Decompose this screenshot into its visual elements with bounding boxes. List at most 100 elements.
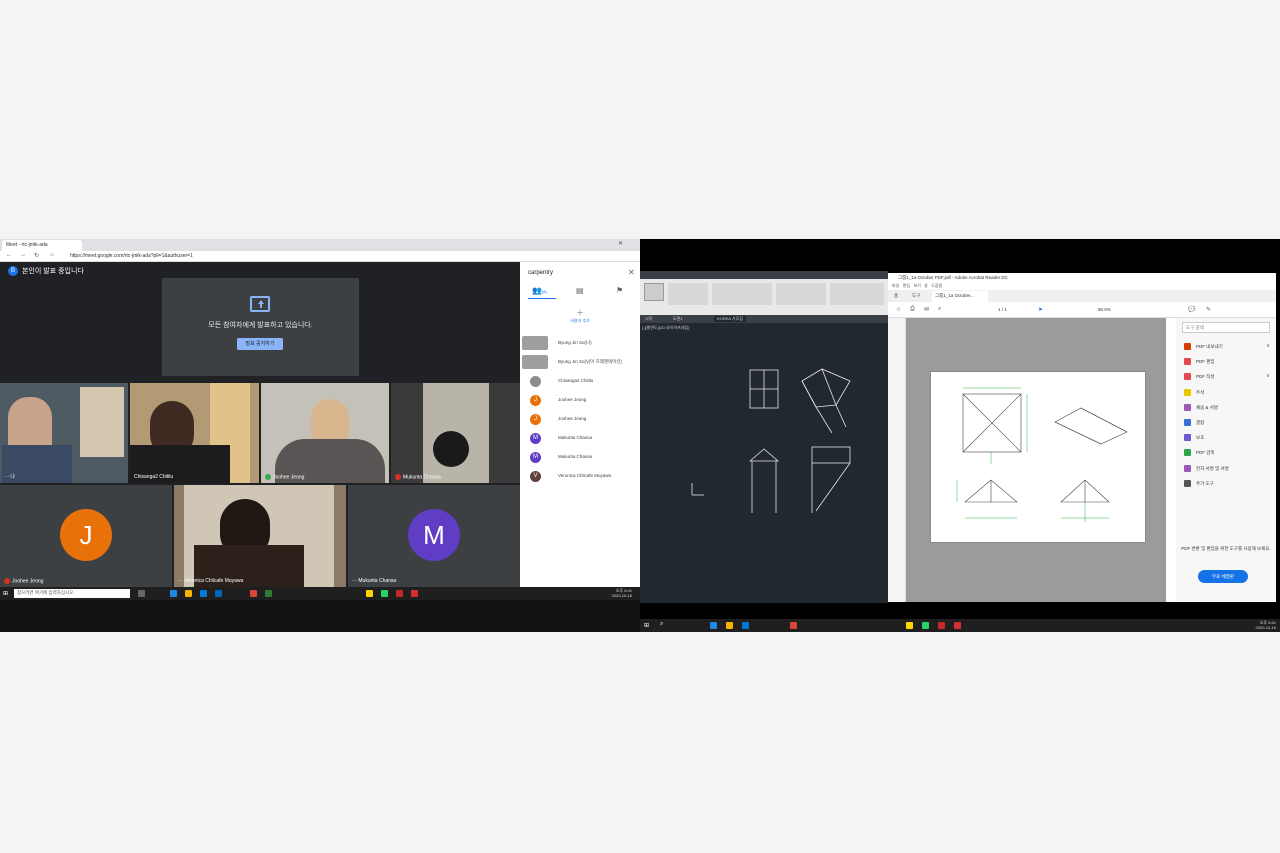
tool-item[interactable]: 주석	[1176, 385, 1276, 400]
tab-home[interactable]: 홈	[894, 293, 898, 299]
esign-icon	[1184, 464, 1191, 472]
more-tools-icon	[1184, 479, 1191, 487]
video-tile[interactable]: J Joohee Jeong	[0, 485, 172, 587]
add-people-button[interactable]: ＋ 사용자 추가	[558, 308, 602, 324]
autocad-icon[interactable]	[954, 622, 961, 629]
video-tile[interactable]: ··· 나	[0, 383, 128, 483]
menu-item[interactable]: 도움말	[931, 283, 942, 288]
reload-icon[interactable]: ↻	[34, 252, 39, 259]
page-indicator[interactable]: 1 / 1	[998, 307, 1007, 312]
menu-item[interactable]: 보기	[913, 283, 920, 288]
search-icon[interactable]: ⌕	[938, 306, 941, 313]
video-tile[interactable]: Joohee Jeong	[261, 383, 389, 483]
browser-tab-bar: Meet - rtc-jmik-ada ✕	[0, 239, 640, 251]
star-icon[interactable]: ☆	[896, 306, 901, 313]
menu-item[interactable]: 파일	[892, 283, 899, 288]
menu-item[interactable]: 창	[924, 283, 928, 288]
close-icon[interactable]: ✕	[628, 268, 635, 277]
edge-icon[interactable]	[710, 622, 717, 629]
pdf-viewport[interactable]	[906, 318, 1166, 602]
list-item[interactable]: Byung Jin So(나)	[520, 334, 640, 353]
app-icon[interactable]	[265, 590, 272, 597]
menu-item[interactable]: 편집	[903, 283, 910, 288]
zoom-select[interactable]: 90.0%	[1098, 307, 1111, 312]
acrobat-left-rail	[888, 318, 906, 602]
cad-tab[interactable]: KOREA 거푸집	[714, 316, 746, 322]
free-trial-button[interactable]: 무료 체험판	[1198, 570, 1248, 583]
comment-icon[interactable]: 💬	[1188, 306, 1195, 313]
edit-pdf-icon	[1184, 358, 1191, 366]
tool-item[interactable]: PDF 압축	[1176, 445, 1276, 460]
list-item[interactable]: M Mukunta Chansa	[520, 448, 640, 467]
forward-icon[interactable]: →	[20, 252, 26, 258]
tool-item[interactable]: PDF 편집	[1176, 354, 1276, 369]
combine-icon	[1184, 418, 1191, 426]
edge-icon[interactable]	[170, 590, 177, 597]
store-icon[interactable]	[742, 622, 749, 629]
cad-ribbon	[640, 271, 888, 315]
windows-start-icon[interactable]: ⊞	[3, 590, 8, 597]
cad-viewport[interactable]: [-][평면도][2D 와이어프레임]	[640, 323, 888, 603]
comment-icon	[1184, 388, 1191, 396]
window-close-icon[interactable]: ✕	[618, 240, 623, 247]
tile-name: Chisanga2 Chitilu	[134, 474, 174, 480]
pen-icon[interactable]: ✎	[1206, 306, 1211, 313]
whatsapp-icon[interactable]	[922, 622, 929, 629]
whatsapp-icon[interactable]	[381, 590, 388, 597]
kakaotalk-icon[interactable]	[906, 622, 913, 629]
present-screen-icon	[250, 296, 270, 312]
tab-tools[interactable]: 도구	[912, 293, 920, 299]
video-tile[interactable]: M ··· Mukunta Chansa	[348, 485, 520, 587]
mail-icon[interactable]: ✉	[924, 306, 929, 313]
store-icon[interactable]	[200, 590, 207, 597]
tab-document[interactable]: 그룹1_1a October...	[932, 291, 988, 302]
tool-item[interactable]: PDF 내보내기 ∨	[1176, 339, 1276, 354]
list-item[interactable]: V Veronica Chilcafe Muyawa	[520, 467, 640, 486]
acrobat-icon[interactable]	[938, 622, 945, 629]
acrobat-toolbar: ☆ ⎙ ✉ ⌕ 1 / 1 ➤ 90.0% 💬 ✎	[888, 302, 1276, 318]
cad-tab[interactable]: 시작	[642, 316, 655, 322]
tool-item[interactable]: 결합	[1176, 415, 1276, 430]
chrome-icon[interactable]	[790, 622, 797, 629]
list-item[interactable]: J Joohee Jeong	[520, 391, 640, 410]
windows-start-icon[interactable]: ⊞	[644, 622, 649, 629]
video-tile[interactable]: Chisanga2 Chitilu	[130, 383, 259, 483]
tool-item[interactable]: 채움 & 서명	[1176, 400, 1276, 415]
tile-name: Joohee Jeong	[4, 577, 43, 584]
cursor-icon[interactable]: ➤	[1038, 306, 1043, 313]
list-item[interactable]: J Joohee Jeong	[520, 410, 640, 429]
taskbar-search-input[interactable]: 찾으려면 여기에 입력하십시오.	[14, 589, 130, 598]
tool-item[interactable]: PDF 작성 ∨	[1176, 369, 1276, 384]
taskbar-clock: 오후 5:41 2020-10-16	[611, 588, 632, 598]
tool-item[interactable]: 전자 서명 및 서명	[1176, 461, 1276, 476]
pdf-page	[930, 371, 1146, 543]
list-item[interactable]: Byung Jin So(님이 프레젠테이션)	[520, 353, 640, 372]
tool-search-input[interactable]: 도구 검색	[1182, 322, 1270, 333]
search-icon[interactable]: ⌕	[660, 621, 663, 628]
acrobat-icon[interactable]	[396, 590, 403, 597]
tile-name: ··· Mukunta Chansa	[352, 578, 397, 584]
autocad-icon[interactable]	[411, 590, 418, 597]
task-view-icon[interactable]	[138, 590, 145, 597]
url-field[interactable]: https://meet.google.com/rtc-jmik-ada?pli…	[70, 253, 530, 260]
stop-presenting-button[interactable]: 발표 중지하기	[237, 338, 283, 350]
mail-icon[interactable]	[215, 590, 222, 597]
file-explorer-icon[interactable]	[185, 590, 192, 597]
home-icon[interactable]: ⌂	[50, 252, 54, 258]
video-tile[interactable]: ··· Veronica Chilcafe Muyawa	[174, 485, 346, 587]
list-item[interactable]: Chisanga2 Chitilu	[520, 372, 640, 391]
browser-tab[interactable]: Meet - rtc-jmik-ada	[2, 240, 82, 251]
video-tile[interactable]: Mukunta Chansa	[391, 383, 520, 483]
file-explorer-icon[interactable]	[726, 622, 733, 629]
tool-item[interactable]: 추가 도구	[1176, 476, 1276, 491]
activities-icon[interactable]: ⚑	[616, 286, 623, 295]
print-icon[interactable]: ⎙	[910, 306, 915, 313]
tool-item[interactable]: 보호	[1176, 430, 1276, 445]
list-item[interactable]: M Mukunta Chansa	[520, 429, 640, 448]
chrome-icon[interactable]	[250, 590, 257, 597]
cad-tab[interactable]: 도면1	[670, 316, 686, 322]
kakaotalk-icon[interactable]	[366, 590, 373, 597]
tab-people[interactable]: 👥(8)	[532, 286, 547, 295]
chat-icon[interactable]: ▤	[576, 286, 584, 295]
back-icon[interactable]: ←	[6, 252, 12, 258]
